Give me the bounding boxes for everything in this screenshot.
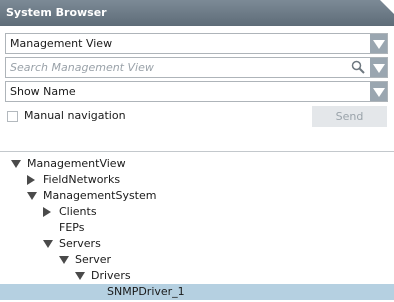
tree-node[interactable]: SNMPDriver_1 [0, 284, 394, 300]
collapse-arrow-icon[interactable] [27, 175, 35, 185]
chevron-down-icon[interactable] [370, 58, 387, 77]
tree-node[interactable]: Server [0, 252, 394, 268]
divider [0, 151, 394, 152]
expand-arrow-icon[interactable] [75, 272, 85, 280]
tree-node[interactable]: Clients [0, 204, 394, 220]
tree-node-label: FEPs [59, 221, 85, 234]
collapse-arrow-icon[interactable] [43, 207, 51, 217]
tree-node-label: SNMPDriver_1 [107, 285, 185, 298]
expand-arrow-icon[interactable] [43, 240, 53, 248]
tree-node[interactable]: Drivers [0, 268, 394, 284]
expand-arrow-icon[interactable] [27, 192, 37, 200]
tree-node-label: Clients [59, 205, 97, 218]
tree-node[interactable]: ManagementSystem [0, 188, 394, 204]
window-title: System Browser [6, 6, 107, 19]
search-field[interactable]: Search Management View [5, 57, 388, 78]
chevron-down-icon[interactable] [370, 82, 387, 101]
view-select-value: Management View [10, 37, 113, 50]
tree-node[interactable]: FEPs [0, 220, 394, 236]
manual-navigation-checkbox[interactable] [7, 111, 18, 122]
view-select[interactable]: Management View [5, 33, 388, 54]
tree-node[interactable]: FieldNetworks [0, 172, 394, 188]
expand-arrow-icon[interactable] [11, 160, 21, 168]
tree-node-label: Drivers [91, 269, 131, 282]
tree-node[interactable]: Servers [0, 236, 394, 252]
tree-node-label: FieldNetworks [43, 173, 121, 186]
expand-arrow-icon[interactable] [59, 256, 69, 264]
send-button[interactable]: Send [312, 106, 387, 127]
tree-node-label: Server [75, 253, 112, 266]
display-mode-value: Show Name [10, 85, 76, 98]
search-icon[interactable] [351, 60, 365, 74]
tree-node[interactable]: ManagementView [0, 156, 394, 172]
tree-node-label: ManagementSystem [43, 189, 157, 202]
chevron-down-icon[interactable] [370, 34, 387, 53]
window-titlebar: System Browser [0, 0, 394, 26]
search-input[interactable]: Search Management View [10, 58, 154, 77]
titlebar-corner [380, 0, 394, 14]
display-mode-select[interactable]: Show Name [5, 81, 388, 102]
manual-navigation-label[interactable]: Manual navigation [24, 109, 126, 122]
tree-node-label: ManagementView [27, 157, 126, 170]
tree-node-label: Servers [59, 237, 101, 250]
